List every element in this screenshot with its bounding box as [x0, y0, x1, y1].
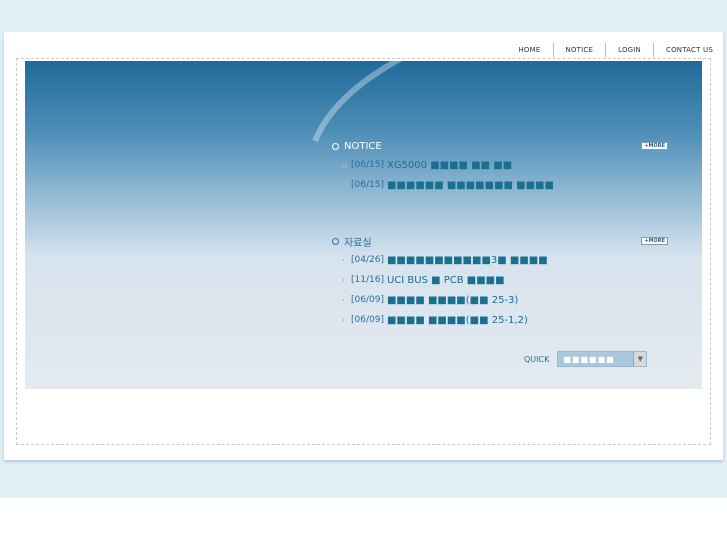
archive-date: [06/09] [351, 295, 384, 305]
dot-bullet-icon: · [342, 315, 345, 325]
circle-bullet-icon [332, 237, 339, 245]
notice-item[interactable]: □ [06/15] XG5000 ■■■■ ■■ ■■ [332, 155, 668, 175]
notice-item[interactable]: □ [06/15] ■■■■■■ ■■■■■■■ ■■■■ [332, 175, 668, 195]
nav-contact-us[interactable]: CONTACT US [654, 42, 713, 58]
archive-item[interactable]: · [11/16] UCI BUS ■ PCB ■■■■ [332, 270, 668, 290]
quick-menu: QUICK ■■■■■■ ▼ [524, 351, 648, 367]
archive-item-title[interactable]: UCI BUS ■ PCB ■■■■ [387, 275, 505, 286]
hero-banner: NOTICE +MORE □ [06/15] XG5000 ■■■■ ■■ ■■… [25, 61, 702, 389]
nav-login[interactable]: LOGIN [606, 42, 653, 58]
top-navigation: HOME NOTICE LOGIN CONTACT US [506, 42, 713, 58]
archive-section: 자료실 +MORE · [04/26] ■■■■■■■■■■■3■ ■■■■ ·… [332, 232, 668, 330]
archive-item-title[interactable]: ■■■■ ■■■■(■■ 25-1,2) [387, 315, 528, 326]
archive-list: · [04/26] ■■■■■■■■■■■3■ ■■■■ · [11/16] U… [332, 250, 668, 330]
notice-date: [06/15] [351, 160, 384, 170]
notice-more-button[interactable]: +MORE [641, 142, 668, 150]
notice-section: NOTICE +MORE □ [06/15] XG5000 ■■■■ ■■ ■■… [332, 137, 668, 195]
quick-selected-value: ■■■■■■ [563, 354, 615, 364]
dot-bullet-icon: · [342, 295, 345, 305]
archive-date: [06/09] [351, 315, 384, 325]
chevron-down-icon[interactable]: ▼ [633, 352, 647, 366]
archive-item[interactable]: · [06/09] ■■■■ ■■■■(■■ 25-1,2) [332, 310, 668, 330]
archive-item-title[interactable]: ■■■■ ■■■■(■■ 25-3) [387, 295, 518, 306]
quick-select[interactable]: ■■■■■■ ▼ [557, 351, 648, 367]
circle-bullet-icon [332, 142, 339, 150]
notice-date: [06/15] [351, 180, 384, 190]
notice-title: NOTICE [344, 140, 382, 152]
archive-more-button[interactable]: +MORE [641, 237, 668, 245]
notice-item-title[interactable]: XG5000 ■■■■ ■■ ■■ [387, 160, 512, 171]
dot-bullet-icon: · [342, 255, 345, 265]
archive-item[interactable]: · [06/09] ■■■■ ■■■■(■■ 25-3) [332, 290, 668, 310]
notice-item-title[interactable]: ■■■■■■ ■■■■■■■ ■■■■ [387, 180, 554, 191]
nav-home[interactable]: HOME [506, 42, 552, 58]
nav-notice[interactable]: NOTICE [554, 42, 606, 58]
archive-item-title[interactable]: ■■■■■■■■■■■3■ ■■■■ [387, 255, 548, 266]
archive-date: [04/26] [351, 255, 384, 265]
notice-list: □ [06/15] XG5000 ■■■■ ■■ ■■ □ [06/15] ■■… [332, 155, 668, 195]
archive-title: 자료실 [344, 237, 372, 249]
dot-bullet-icon: · [342, 275, 345, 285]
archive-item[interactable]: · [04/26] ■■■■■■■■■■■3■ ■■■■ [332, 250, 668, 270]
page-container: HOME NOTICE LOGIN CONTACT US NOTICE +MOR… [4, 32, 723, 460]
archive-date: [11/16] [351, 275, 384, 285]
notice-header: NOTICE +MORE [332, 137, 668, 155]
square-bullet-icon: □ [342, 161, 348, 169]
square-bullet-icon: □ [342, 181, 348, 189]
archive-header: 자료실 +MORE [332, 232, 668, 250]
quick-label: QUICK [524, 354, 550, 364]
